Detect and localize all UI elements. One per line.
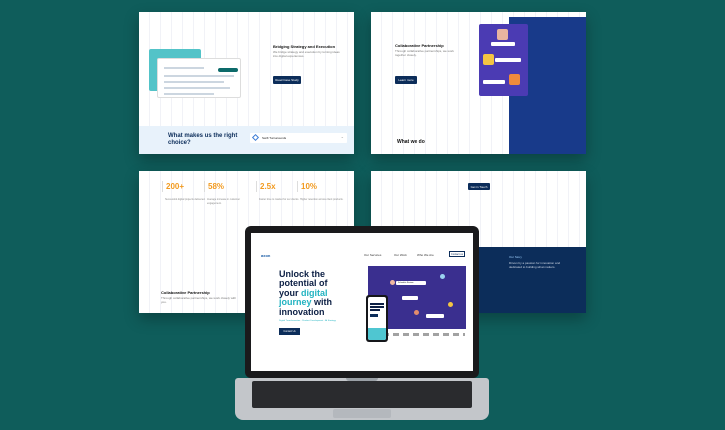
avatar-tag [495,58,521,62]
phone-image [368,328,386,340]
section-title: What makes us the right choice? [168,133,238,147]
contact-us-button[interactable]: Contact Us [279,328,300,335]
stat-value: 10% [297,181,345,192]
avatar-tag [491,42,515,46]
preview-panel-partnership: Collaborative Partnership Through collab… [371,12,586,154]
stat-value: 200+ [162,181,210,192]
get-in-touch-button[interactable]: Get in Touch [468,183,490,190]
avatar [483,54,494,65]
avatar-tag [483,80,505,84]
panel-body: Through collaborative partnerships, we w… [395,49,454,57]
hero-heading: Unlock the potential of your digital jou… [279,269,369,317]
avatar [390,280,395,285]
chevron-down-icon: ⌄ [340,134,344,139]
phone-screen [368,297,386,340]
stat-desc: Average increase in customer engagement. [207,198,241,205]
mockup-row [164,75,234,77]
accordion-item[interactable]: Swift Turnarounds ⌄ [250,133,347,143]
laptop-screen: axon Our Services Our Work Who We Are Co… [251,233,473,371]
hero-text: with [311,297,333,308]
accordion-label: Swift Turnarounds [262,136,287,140]
tag-pill [402,296,418,300]
site-logo[interactable]: axon [261,253,270,258]
section-label: Our Story [509,255,522,259]
laptop-trackpad [333,409,391,418]
diamond-icon [251,133,260,142]
avatar [448,302,453,307]
contact-nav-button[interactable]: Contact us [449,251,465,257]
mockup-row [164,67,204,69]
team-card [479,24,528,96]
client-logos [383,333,465,336]
stat-item: 200+ Successful digital projects deliver… [162,181,210,202]
phone-button [370,314,378,317]
nav-who-we-are[interactable]: Who We Are [417,253,434,257]
stat-item: 58% Average increase in customer engagem… [204,181,252,205]
mockup-row [164,87,230,89]
schedule-pill: Schedule Review [396,281,426,285]
mockup-row [164,93,214,95]
stat-desc: Successful digital projects delivered. [165,198,206,201]
section-title: What we do [397,139,425,145]
phone-text-line [370,303,384,305]
hero-highlight: journey [279,297,312,308]
panel-body: Through collaborative partnerships, we w… [161,296,237,304]
phone-text-line [370,309,380,311]
hero-line: innovation [279,306,325,317]
avatar [497,29,508,40]
read-case-study-button[interactable]: Read Case Study [273,76,301,84]
mockup-pill [218,68,238,72]
stat-desc: Higher retention across client products. [300,198,344,201]
stat-value: 58% [204,181,252,192]
learn-more-button[interactable]: Learn more [395,76,417,84]
navy-section: Our Story Driven by a passion for innova… [473,247,586,313]
avatar [509,74,520,85]
mockup-row [164,81,224,83]
preview-panel-strategy: Bridging Strategy and Execution We bridg… [139,12,354,154]
stat-item: 10% Higher retention across client produ… [297,181,345,202]
panel-body: We bridge strategy and execution by turn… [273,50,340,58]
laptop-keyboard [252,381,472,408]
dashboard-mockup [157,58,241,98]
avatar [440,274,445,279]
panel-heading: Collaborative Partnership [395,43,444,48]
panel-heading: Bridging Strategy and Execution [273,44,336,49]
panel-heading: Collaborative Partnership [161,290,210,295]
nav-our-work[interactable]: Our Work [394,253,407,257]
hero-sublinks[interactable]: Digital Transformation · Product Develop… [279,320,336,322]
tag-pill [426,314,444,318]
avatar [414,310,419,315]
phone-text-line [370,306,384,308]
nav-our-services[interactable]: Our Services [364,253,381,257]
section-body: Driven by a passion for innovation and d… [509,261,561,269]
